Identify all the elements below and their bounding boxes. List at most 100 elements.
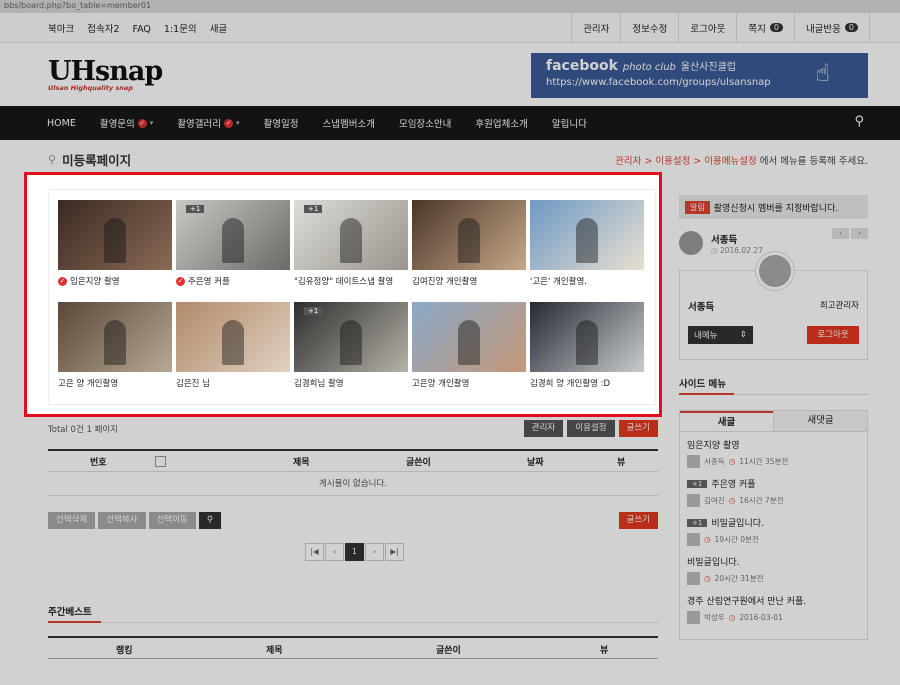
- recent-post-title-row: 경주 산림연구원에서 만난 커플.: [687, 594, 860, 607]
- gallery-thumbnail[interactable]: [412, 200, 526, 270]
- settings-button[interactable]: 이용설정: [567, 420, 615, 437]
- move-selected-button[interactable]: 선택이동: [148, 512, 196, 529]
- plus-badge: +1: [687, 479, 708, 488]
- gallery-caption[interactable]: ✓ 임은지양 촬영: [58, 275, 172, 287]
- pager-next-icon[interactable]: ›: [365, 543, 384, 561]
- recent-post-title[interactable]: 비밀글입니다.: [711, 516, 764, 529]
- user-link[interactable]: 쪽지 0: [736, 12, 794, 43]
- delete-selected-button[interactable]: 선택삭제: [48, 512, 96, 529]
- gallery-item[interactable]: +1 ✓ 주은영 커플: [176, 200, 290, 287]
- gallery-item[interactable]: 김은진 님: [176, 302, 290, 389]
- recent-post-item[interactable]: +1 비밀글입니다. ◷ 19시간 0분전: [687, 516, 860, 546]
- gallery-thumbnail[interactable]: [530, 302, 644, 372]
- gallery-thumbnail[interactable]: [58, 302, 172, 372]
- pager-last-icon[interactable]: ▶|: [385, 543, 404, 561]
- prev-arrow-icon[interactable]: ‹: [832, 228, 849, 239]
- gallery-item[interactable]: 김경희 양 개인촬영 :D: [530, 302, 644, 389]
- recent-post-item[interactable]: 비밀글입니다. ◷ 20시간 31분전: [687, 555, 860, 585]
- gallery-thumbnail[interactable]: [412, 302, 526, 372]
- gallery-item[interactable]: +1 "김유정양" 데이트스냅 촬영: [294, 200, 408, 287]
- gallery-caption[interactable]: 김경희 양 개인촬영 :D: [530, 377, 644, 389]
- gallery-caption[interactable]: 김경희님 촬영: [294, 377, 408, 389]
- nav-item[interactable]: 모임장소안내: [399, 116, 451, 130]
- search-icon[interactable]: ⚲: [854, 114, 864, 129]
- top-link[interactable]: 새글: [210, 24, 227, 35]
- user-link[interactable]: 관리자: [571, 12, 620, 43]
- tab-new-comments[interactable]: 새댓글: [773, 411, 867, 431]
- user-link[interactable]: 정보수정: [620, 12, 678, 43]
- site-logo[interactable]: UHsnap Ulsan Highquality snap: [48, 58, 163, 93]
- gallery-thumbnail[interactable]: [176, 302, 290, 372]
- gallery-item[interactable]: +1 김경희님 촬영: [294, 302, 408, 389]
- site-header: UHsnap Ulsan Highquality snap facebook ph…: [0, 43, 900, 106]
- user-link[interactable]: 내글반응 0: [793, 12, 870, 43]
- recent-post-time: 2016-03-01: [739, 613, 783, 622]
- gallery-thumbnail[interactable]: +1: [176, 200, 290, 270]
- recent-post-title[interactable]: 경주 산림연구원에서 만난 커플.: [687, 594, 806, 607]
- pager-first-icon[interactable]: |◀: [305, 543, 324, 561]
- next-arrow-icon[interactable]: ›: [851, 228, 868, 239]
- gallery-caption-text: '고은' 개인촬영.: [530, 277, 587, 287]
- pager-prev-icon[interactable]: ‹: [325, 543, 344, 561]
- select-all-checkbox[interactable]: [155, 455, 166, 467]
- my-menu-label: 내메뉴: [694, 331, 718, 341]
- gallery-thumbnail[interactable]: [530, 200, 644, 270]
- write-button[interactable]: 글쓰기: [618, 420, 658, 437]
- tab-new-posts[interactable]: 새글: [680, 411, 773, 431]
- recent-post-title[interactable]: 주은영 커플: [711, 477, 755, 490]
- recent-post-author: 서종득: [704, 457, 725, 466]
- top-link[interactable]: FAQ: [133, 24, 151, 35]
- write-button-bottom[interactable]: 글쓰기: [618, 512, 658, 529]
- board-table: 번호 제목 글쓴이 날짜 뷰 게시물이 없습니다.: [48, 449, 658, 496]
- banner-title2: photo club: [622, 62, 676, 73]
- gallery-item[interactable]: 고은 양 개인촬영: [58, 302, 172, 389]
- nav-item-label: 촬영일정: [263, 119, 299, 130]
- recent-post-item[interactable]: 임은지양 촬영 서종득 ◷ 11시간 35분전: [687, 438, 860, 468]
- author-date: 2016.02.27: [719, 245, 763, 255]
- recent-post-title[interactable]: 임은지양 촬영: [687, 438, 740, 451]
- nav-item[interactable]: 촬영문의 ✓ ▾: [100, 116, 153, 130]
- nav-item-label: 촬영갤러리: [177, 119, 222, 130]
- gallery-caption[interactable]: ✓ 주은영 커플: [176, 275, 290, 287]
- gallery-caption[interactable]: 김은진 님: [176, 377, 290, 389]
- pager-page[interactable]: 1: [345, 543, 364, 561]
- gallery-thumbnail[interactable]: [58, 200, 172, 270]
- search-button[interactable]: ⚲: [198, 512, 222, 529]
- recent-post-item[interactable]: 경주 산림연구원에서 만난 커플. 박성우 ◷ 2016-03-01: [687, 594, 860, 624]
- gallery-caption[interactable]: "김유정양" 데이트스냅 촬영: [294, 275, 408, 287]
- col-views: 뷰: [617, 457, 626, 468]
- facebook-banner[interactable]: facebook photo club 울산사진클럽 https://www.fa…: [531, 53, 868, 98]
- gallery-caption[interactable]: 고은 양 개인촬영: [58, 377, 172, 389]
- recent-post-title[interactable]: 비밀글입니다.: [687, 555, 740, 568]
- admin-button[interactable]: 관리자: [523, 420, 564, 437]
- count-badge: 0: [844, 23, 858, 32]
- nav-item[interactable]: 알립니다: [552, 116, 587, 130]
- updown-icon: ⇕: [739, 330, 747, 340]
- gallery-thumbnail[interactable]: +1: [294, 302, 408, 372]
- copy-selected-button[interactable]: 선택복사: [98, 512, 146, 529]
- gallery-thumbnail[interactable]: +1: [294, 200, 408, 270]
- recent-post-item[interactable]: +1 주은영 커플 김여진 ◷ 16시간 7분전: [687, 477, 860, 507]
- notice-text[interactable]: 촬영신청시 멤버를 지정바랍니다.: [714, 201, 839, 214]
- gallery-caption[interactable]: 고은양 개인촬영: [412, 377, 526, 389]
- top-link[interactable]: 1:1문의: [164, 24, 197, 35]
- gallery-caption[interactable]: 김여진양 개인촬영: [412, 275, 526, 287]
- gallery-item[interactable]: 고은양 개인촬영: [412, 302, 526, 389]
- nav-item[interactable]: 후원업체소개: [475, 116, 527, 130]
- gallery-caption[interactable]: '고은' 개인촬영.: [530, 275, 644, 287]
- gallery-item[interactable]: '고은' 개인촬영.: [530, 200, 644, 287]
- check-icon: ✓: [224, 118, 234, 128]
- top-link[interactable]: 접속자2: [87, 24, 119, 35]
- my-menu-dropdown[interactable]: 내메뉴 ⇕: [688, 326, 753, 344]
- user-link[interactable]: 로그아웃: [678, 12, 736, 43]
- nav-item[interactable]: 스냅멤버소개: [323, 116, 375, 130]
- user-links: 관리자 정보수정 로그아웃 쪽지 0 내글반응 0: [571, 12, 870, 43]
- gallery-item[interactable]: ✓ 임은지양 촬영: [58, 200, 172, 287]
- logout-button[interactable]: 로그아웃: [807, 326, 859, 344]
- top-link[interactable]: 북마크: [48, 24, 74, 35]
- nav-item[interactable]: HOME: [47, 116, 76, 130]
- nav-item[interactable]: 촬영일정: [264, 116, 299, 130]
- top-bar: 북마크 접속자2 FAQ 1:1문의 새글 관리자 정보수정 로그아웃 쪽지 0 내글반응 0: [0, 12, 900, 43]
- nav-item[interactable]: 촬영갤러리 ✓ ▾: [177, 116, 240, 130]
- gallery-item[interactable]: 김여진양 개인촬영: [412, 200, 526, 287]
